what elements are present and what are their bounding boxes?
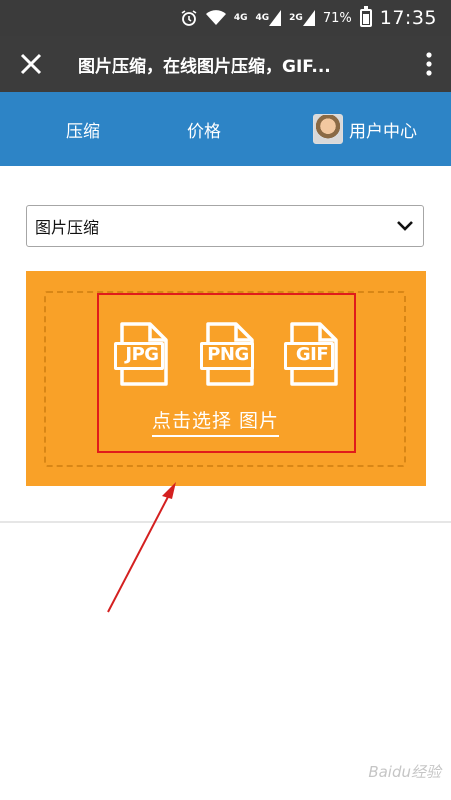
close-icon [20, 53, 42, 75]
alarm-icon [180, 9, 198, 27]
battery-icon [359, 6, 372, 27]
annotation-highlight-box [97, 293, 356, 453]
nav-price-label: 价格 [187, 121, 221, 142]
signal-2g-icon: 2G [289, 10, 315, 26]
avatar [313, 114, 343, 144]
clock: 17:35 [379, 7, 437, 29]
network-type-2: 4G [255, 13, 270, 23]
chevron-down-icon [397, 221, 413, 231]
status-icons: 4G 4G 2G 71% 17:35 [180, 0, 437, 36]
nav-user-center-label: 用户中心 [349, 121, 417, 142]
site-nav: 压缩 价格 用户中心 [0, 92, 451, 166]
more-vertical-icon [426, 52, 432, 76]
network-type-3: 2G [289, 13, 303, 23]
watermark: Baidu经验 [368, 763, 441, 781]
signal-icon: 4G [256, 10, 282, 26]
divider [0, 521, 451, 523]
nav-compress[interactable]: 压缩 [66, 92, 100, 166]
network-type-1: 4G [233, 13, 248, 23]
nav-compress-label: 压缩 [66, 121, 100, 142]
nav-price[interactable]: 价格 [187, 92, 221, 166]
battery-percent: 71% [322, 10, 352, 26]
wifi-icon [205, 10, 226, 26]
more-menu-button[interactable] [407, 36, 451, 92]
close-button[interactable] [0, 36, 62, 92]
page-title: 图片压缩，在线图片压缩，GIF... [78, 56, 331, 77]
status-bar: 4G 4G 2G 71% 17:35 [0, 0, 451, 36]
nav-user-center[interactable]: 用户中心 [313, 92, 417, 166]
mode-select-value: 图片压缩 [35, 218, 100, 237]
webview-title-bar: 图片压缩，在线图片压缩，GIF... [0, 36, 451, 92]
mode-select[interactable]: 图片压缩 [26, 205, 424, 247]
